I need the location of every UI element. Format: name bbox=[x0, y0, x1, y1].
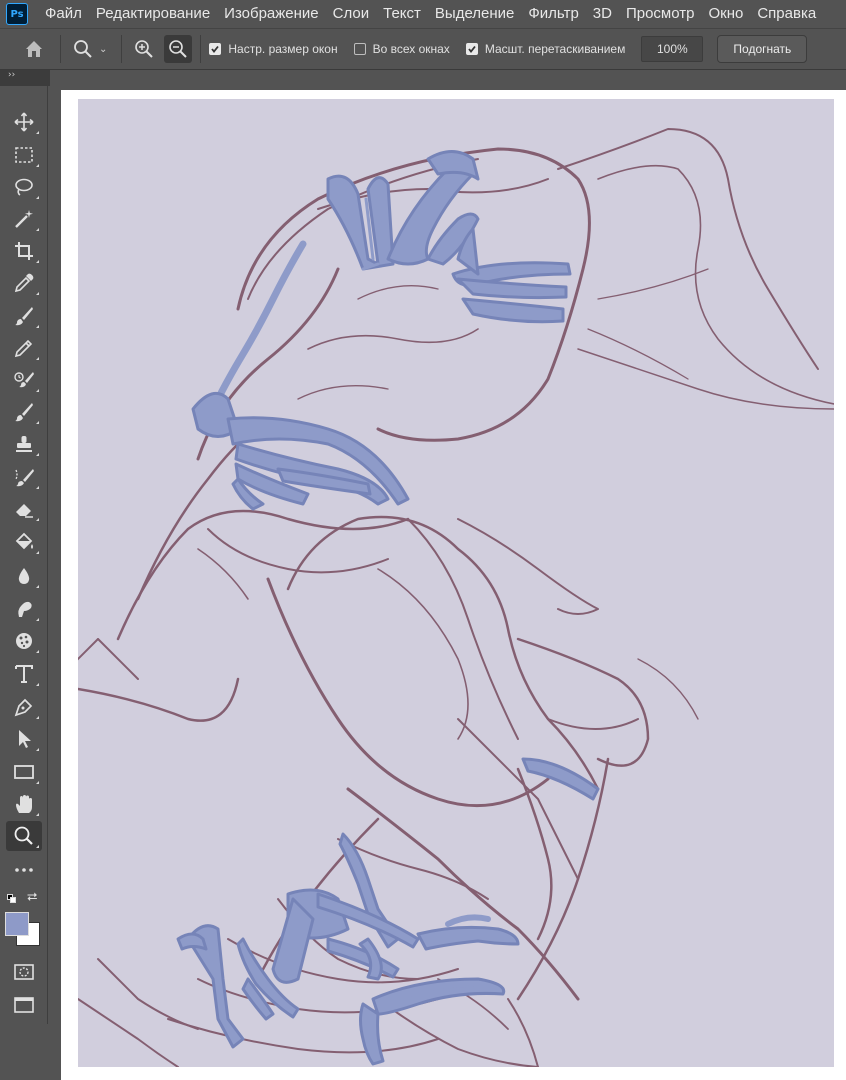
sponge-tool[interactable] bbox=[6, 626, 42, 656]
smudge-icon bbox=[18, 601, 32, 617]
rectangle-icon bbox=[14, 765, 34, 779]
canvas[interactable] bbox=[78, 99, 834, 1067]
paint-bucket-icon bbox=[15, 532, 33, 550]
resize-windows-option[interactable]: Настр. размер окон bbox=[209, 42, 338, 56]
eyedropper-icon bbox=[14, 273, 34, 293]
resize-windows-label: Настр. размер окон bbox=[228, 42, 338, 56]
magic-wand-icon bbox=[15, 210, 33, 228]
eraser-icon bbox=[16, 504, 33, 518]
quick-mask-icon bbox=[14, 964, 34, 980]
menu-filter[interactable]: Фильтр bbox=[521, 0, 585, 28]
zoom-in-button[interactable] bbox=[130, 35, 158, 63]
brush-tool[interactable] bbox=[6, 301, 42, 331]
crop-icon bbox=[15, 242, 33, 260]
blur-tool[interactable] bbox=[6, 561, 42, 591]
mixer-brush-icon bbox=[15, 403, 33, 422]
stamp-icon bbox=[16, 436, 32, 452]
marquee-tool[interactable] bbox=[6, 140, 42, 170]
zoom-percent-field[interactable]: 100% bbox=[641, 36, 704, 62]
pencil-icon bbox=[14, 339, 33, 358]
all-windows-label: Во всех окнах bbox=[372, 42, 450, 56]
scrubby-zoom-option[interactable]: Масшт. перетаскиванием bbox=[465, 42, 626, 56]
pen-icon bbox=[14, 698, 33, 717]
menu-window[interactable]: Окно bbox=[701, 0, 750, 28]
rectangle-tool[interactable] bbox=[6, 757, 42, 787]
history-brush-tool[interactable] bbox=[6, 365, 42, 395]
scrubby-zoom-checkbox[interactable] bbox=[465, 43, 478, 55]
home-button[interactable] bbox=[20, 35, 48, 63]
paint-bucket-tool[interactable] bbox=[6, 527, 42, 557]
menu-select[interactable]: Выделение bbox=[428, 0, 521, 28]
zoom-tool-icon bbox=[74, 40, 92, 58]
options-bar: ⌄ Настр. размер окон Во всех окнах Масшт… bbox=[0, 28, 846, 70]
toolbar-collapse-handle[interactable]: ›› bbox=[0, 70, 50, 86]
zoom-tool-icon bbox=[14, 826, 33, 845]
move-icon bbox=[14, 112, 34, 132]
type-tool[interactable] bbox=[6, 659, 42, 689]
art-history-brush-icon bbox=[15, 469, 34, 487]
zoom-tool[interactable] bbox=[6, 821, 42, 851]
clone-stamp-tool[interactable] bbox=[6, 429, 42, 459]
screen-mode-button[interactable] bbox=[6, 990, 42, 1020]
menu-edit[interactable]: Редактирование bbox=[89, 0, 217, 28]
foreground-color-swatch[interactable] bbox=[5, 912, 29, 936]
pen-tool[interactable] bbox=[6, 692, 42, 722]
default-colors-icon[interactable] bbox=[7, 894, 17, 904]
chevron-down-icon[interactable]: ⌄ bbox=[99, 44, 107, 55]
sponge-icon bbox=[16, 633, 32, 649]
all-windows-checkbox[interactable] bbox=[353, 43, 366, 55]
all-windows-option[interactable]: Во всех окнах bbox=[353, 42, 450, 56]
menu-type[interactable]: Текст bbox=[376, 0, 428, 28]
swap-colors-icon[interactable]: ⮂ bbox=[27, 890, 37, 905]
photoshop-logo: Ps bbox=[6, 3, 28, 25]
hand-icon bbox=[16, 795, 32, 813]
magic-wand-tool[interactable] bbox=[6, 204, 42, 234]
zoom-in-icon bbox=[135, 40, 154, 58]
resize-windows-checkbox[interactable] bbox=[209, 43, 222, 55]
eraser-tool[interactable] bbox=[6, 494, 42, 524]
menu-file[interactable]: Файл bbox=[38, 0, 89, 28]
menu-help[interactable]: Справка bbox=[750, 0, 823, 28]
quick-mask-button[interactable] bbox=[6, 957, 42, 987]
lasso-tool[interactable] bbox=[6, 172, 42, 202]
menu-view[interactable]: Просмотр bbox=[619, 0, 702, 28]
brush-icon bbox=[15, 307, 33, 326]
type-icon bbox=[15, 665, 33, 683]
screen-mode-icon bbox=[14, 997, 34, 1013]
path-selection-icon bbox=[19, 730, 31, 748]
smudge-tool[interactable] bbox=[6, 594, 42, 624]
menu-3d[interactable]: 3D bbox=[586, 0, 619, 28]
more-tools-button[interactable] bbox=[6, 855, 42, 885]
menu-image[interactable]: Изображение bbox=[217, 0, 326, 28]
move-tool[interactable] bbox=[6, 107, 42, 137]
mixer-brush-tool[interactable] bbox=[6, 397, 42, 427]
tools-panel: ⮂ bbox=[0, 86, 48, 1024]
path-selection-tool[interactable] bbox=[6, 724, 42, 754]
fit-screen-button[interactable]: Подогнать bbox=[717, 35, 808, 63]
more-tools-icon bbox=[15, 868, 33, 872]
blur-drop-icon bbox=[18, 568, 30, 584]
lasso-icon bbox=[15, 178, 33, 196]
eyedropper-tool[interactable] bbox=[6, 268, 42, 298]
menu-layers[interactable]: Слои bbox=[326, 0, 376, 28]
history-brush-icon bbox=[14, 372, 34, 388]
zoom-out-button[interactable] bbox=[164, 35, 193, 63]
pencil-tool[interactable] bbox=[6, 333, 42, 363]
home-icon bbox=[26, 41, 42, 57]
marquee-icon bbox=[15, 147, 33, 163]
art-history-brush-tool[interactable] bbox=[6, 462, 42, 492]
hand-tool[interactable] bbox=[6, 789, 42, 819]
crop-tool[interactable] bbox=[6, 236, 42, 266]
zoom-preset-button[interactable] bbox=[69, 35, 97, 63]
menu-bar: Ps Файл Редактирование Изображение Слои … bbox=[0, 0, 846, 28]
scrubby-zoom-label: Масшт. перетаскиванием bbox=[484, 42, 626, 56]
zoom-out-icon bbox=[169, 40, 188, 58]
